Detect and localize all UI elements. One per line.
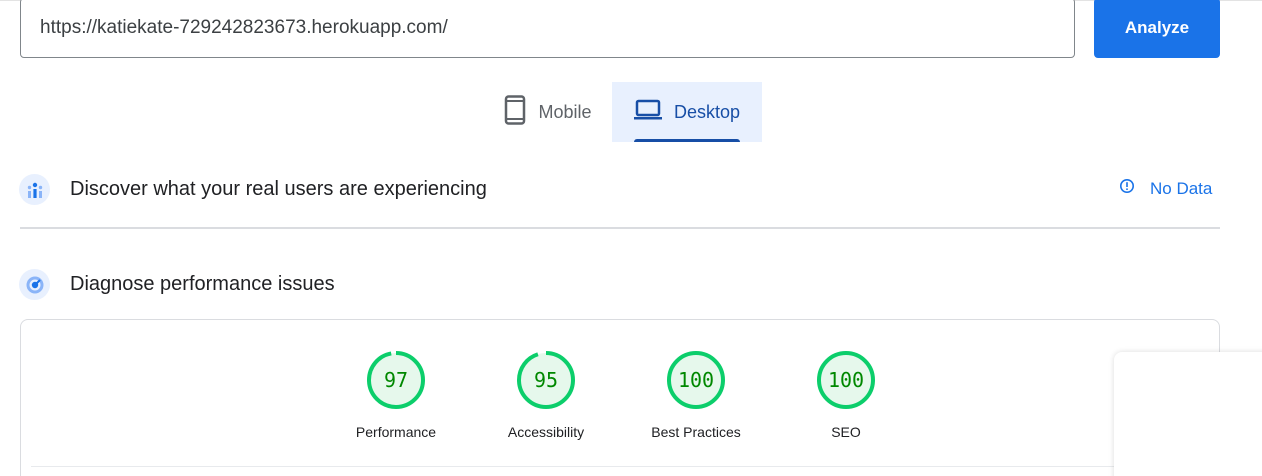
- info-icon: [1119, 178, 1135, 199]
- laptop-icon: [633, 99, 662, 126]
- score-value: 95: [534, 368, 558, 392]
- analyze-button[interactable]: Analyze: [1094, 0, 1220, 58]
- tab-desktop-label: Desktop: [673, 101, 741, 122]
- url-input[interactable]: [20, 0, 1075, 58]
- score-label: Best Practices: [651, 424, 741, 440]
- score-value: 100: [678, 368, 714, 392]
- tab-selected-indicator: [634, 139, 740, 142]
- section-divider: [20, 227, 1220, 229]
- score-gauge-seo[interactable]: 100 SEO: [786, 349, 906, 440]
- score-value: 97: [384, 368, 408, 392]
- no-data-link[interactable]: No Data: [1119, 178, 1212, 199]
- smartphone-icon: [504, 94, 526, 130]
- lab-data-title: Diagnose performance issues: [70, 273, 335, 295]
- card-divider: [31, 466, 1209, 467]
- scores-card: 97 Performance 95 Accessibility 100 Best Prac…: [20, 319, 1220, 476]
- field-data-title: Discover what your real users are experi…: [70, 178, 487, 200]
- tab-mobile-label: Mobile: [538, 101, 592, 122]
- score-gauge-best-practices[interactable]: 100 Best Practices: [636, 349, 756, 440]
- score-gauge-accessibility[interactable]: 95 Accessibility: [486, 349, 606, 440]
- score-label: Accessibility: [507, 424, 585, 440]
- score-value: 100: [828, 368, 864, 392]
- score-gauge-performance[interactable]: 97 Performance: [336, 349, 456, 440]
- score-ring: 95: [517, 351, 575, 409]
- floating-panel: [1114, 352, 1262, 476]
- pagespeed-page: Analyze Mobile Desktop: [0, 0, 1262, 476]
- users-chart-icon: [19, 174, 50, 205]
- tab-desktop[interactable]: Desktop: [612, 82, 762, 142]
- score-ring: 97: [367, 351, 425, 409]
- score-ring: 100: [817, 351, 875, 409]
- score-label: SEO: [831, 424, 861, 440]
- no-data-label: No Data: [1150, 178, 1213, 198]
- score-label: Performance: [355, 424, 437, 440]
- speedometer-icon: [19, 269, 50, 300]
- score-ring: 100: [667, 351, 725, 409]
- tab-mobile[interactable]: Mobile: [484, 82, 612, 142]
